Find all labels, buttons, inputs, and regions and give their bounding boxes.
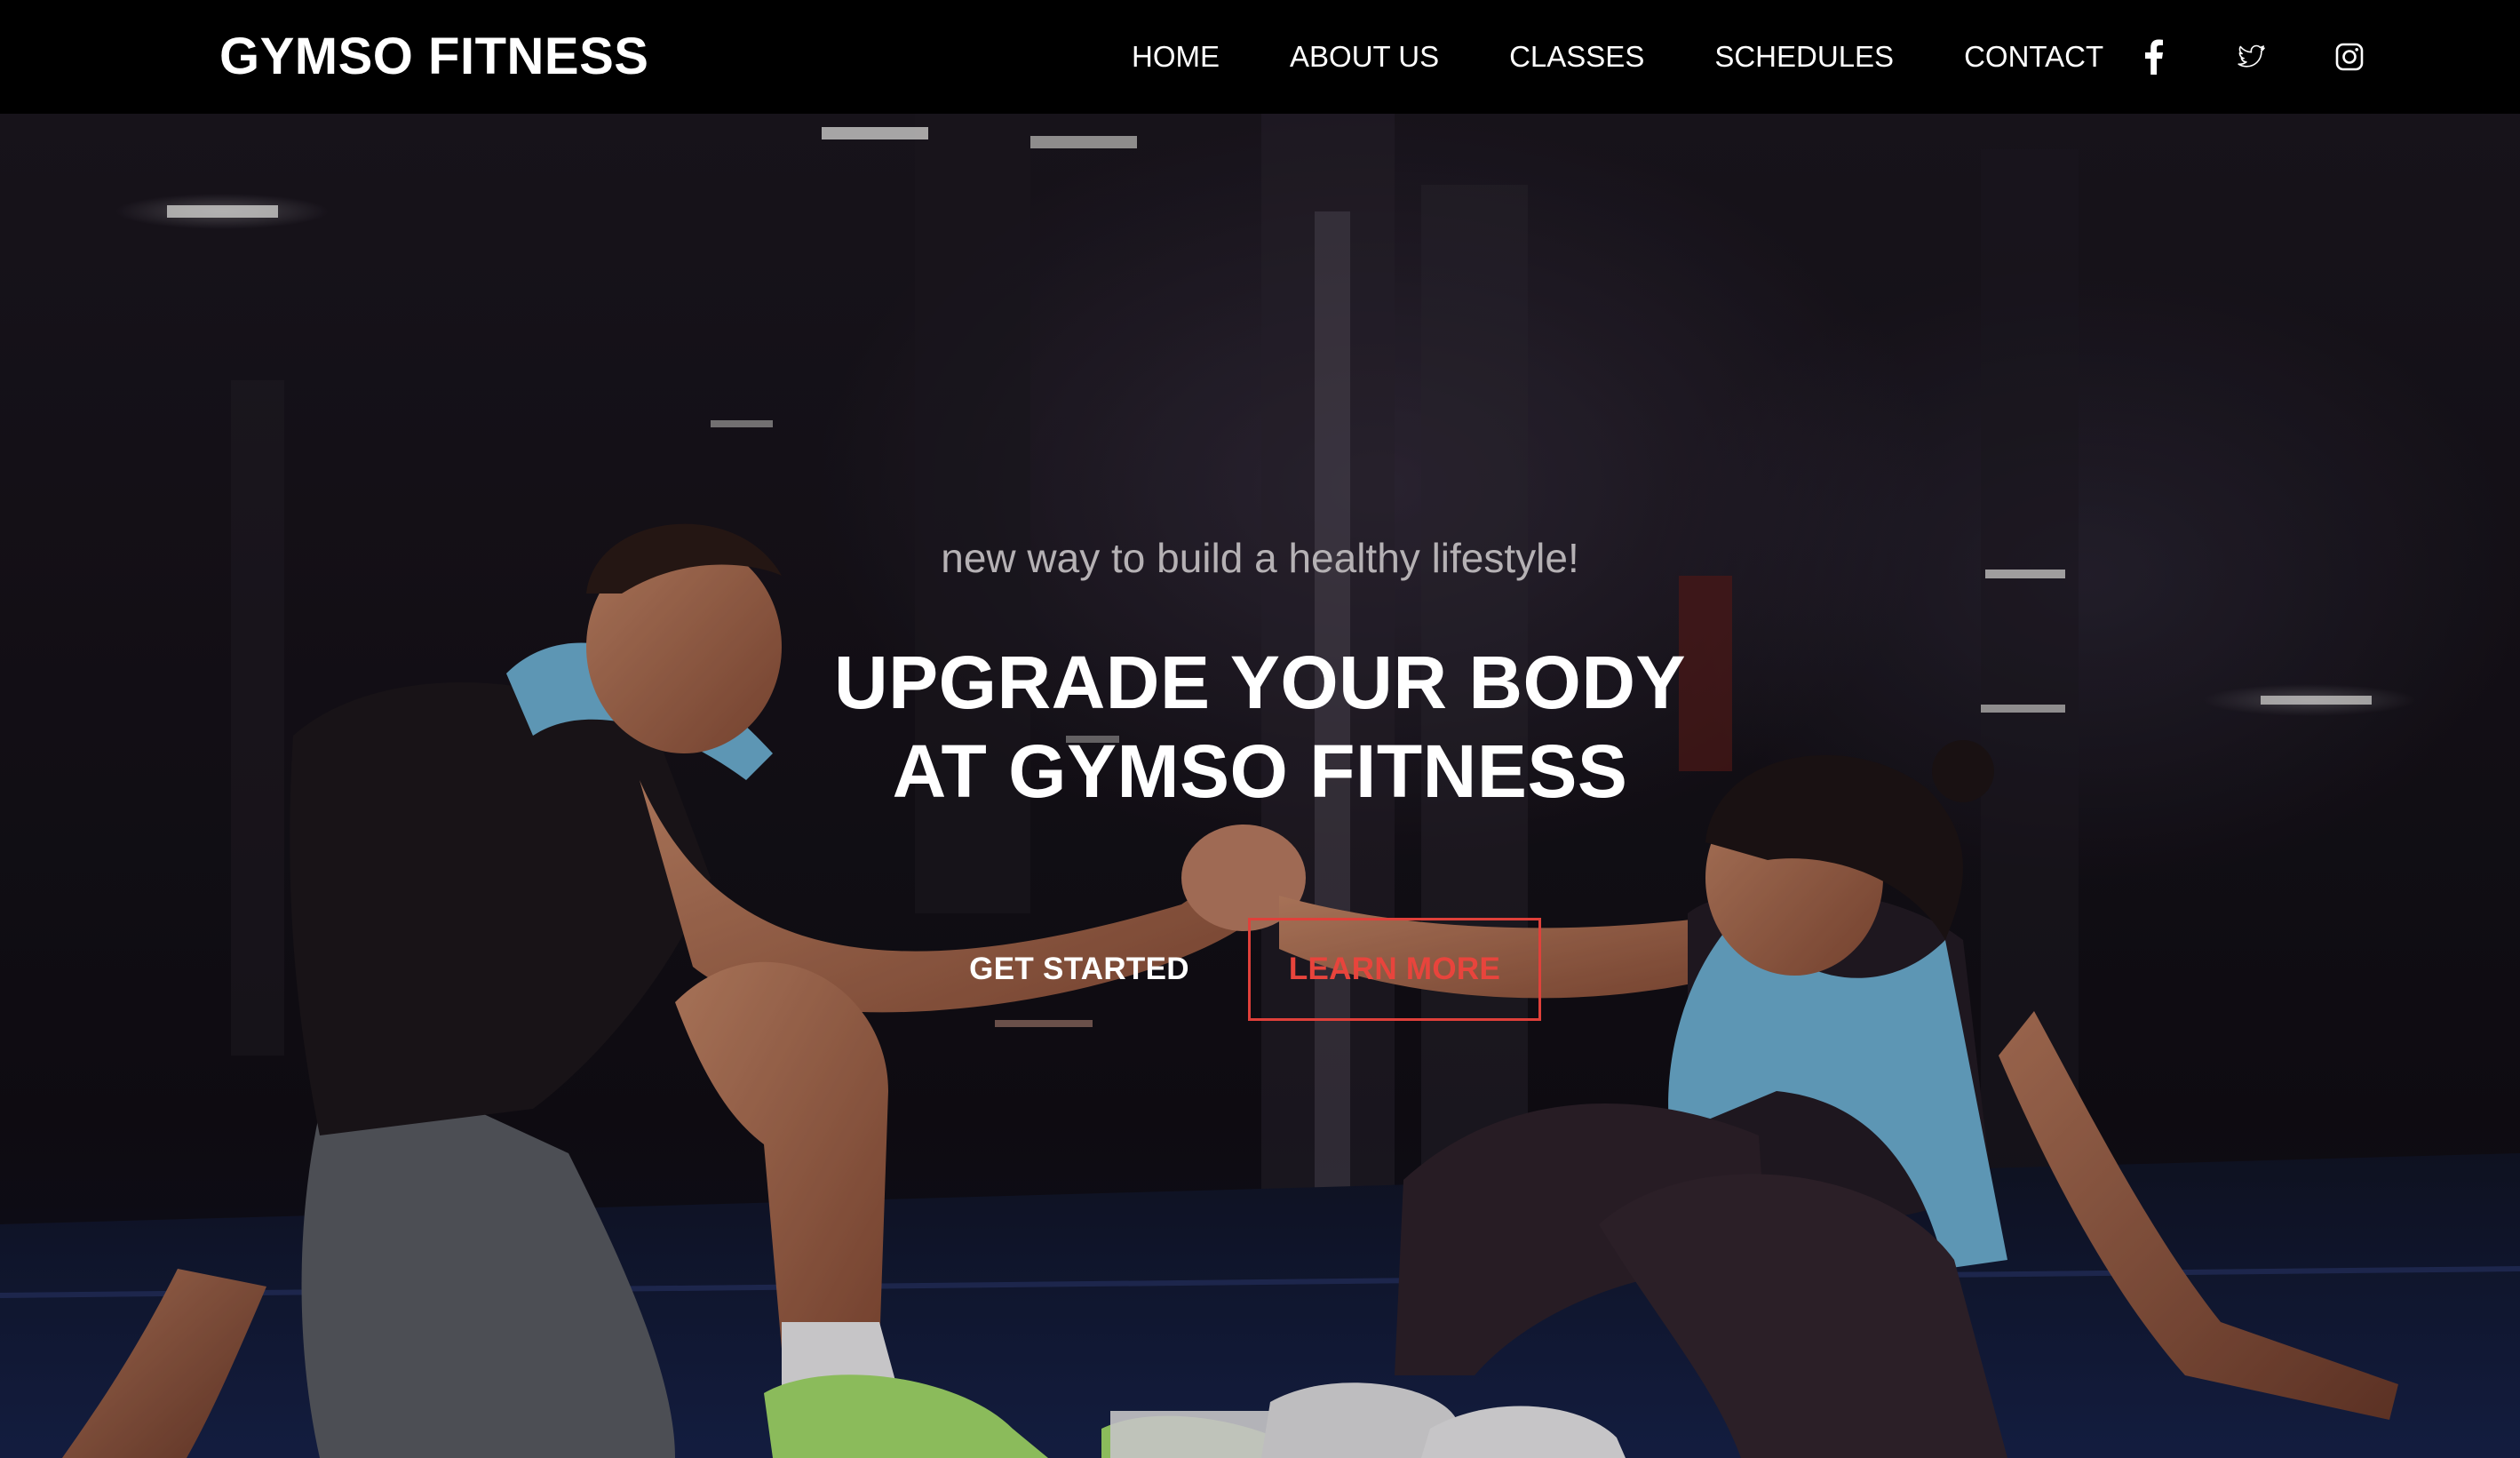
facebook-icon[interactable] <box>2136 30 2172 84</box>
hero-headline-line2: AT GYMSO FITNESS <box>892 729 1628 813</box>
nav-item-schedules[interactable]: SCHEDULES <box>1714 30 1894 84</box>
nav-item-contact[interactable]: CONTACT <box>1964 30 2103 84</box>
twitter-icon[interactable] <box>2234 30 2270 84</box>
brand-logo[interactable]: GYMSO FITNESS <box>219 21 648 92</box>
get-started-button[interactable]: GET STARTED <box>942 918 1217 1020</box>
page: GYMSO FITNESS HOME ABOUT US CLASSES SCHE… <box>0 0 2520 1458</box>
learn-more-button[interactable]: LEARN MORE <box>1248 918 1541 1021</box>
hero-section: new way to build a healthy lifestyle! UP… <box>0 114 2520 1458</box>
nav-item-classes[interactable]: CLASSES <box>1509 30 1644 84</box>
instagram-icon[interactable] <box>2332 30 2367 84</box>
hero-headline-line1: UPGRADE YOUR BODY <box>833 641 1687 724</box>
nav-item-about-us[interactable]: ABOUT US <box>1290 30 1439 84</box>
nav-item-home[interactable]: HOME <box>1132 30 1220 84</box>
navbar: GYMSO FITNESS HOME ABOUT US CLASSES SCHE… <box>0 0 2520 114</box>
hero-tagline: new way to build a healthy lifestyle! <box>941 535 1579 581</box>
hero-headline: UPGRADE YOUR BODY AT GYMSO FITNESS <box>0 638 2520 816</box>
main-nav: HOME ABOUT US CLASSES SCHEDULES CONTACT <box>1132 30 2103 84</box>
